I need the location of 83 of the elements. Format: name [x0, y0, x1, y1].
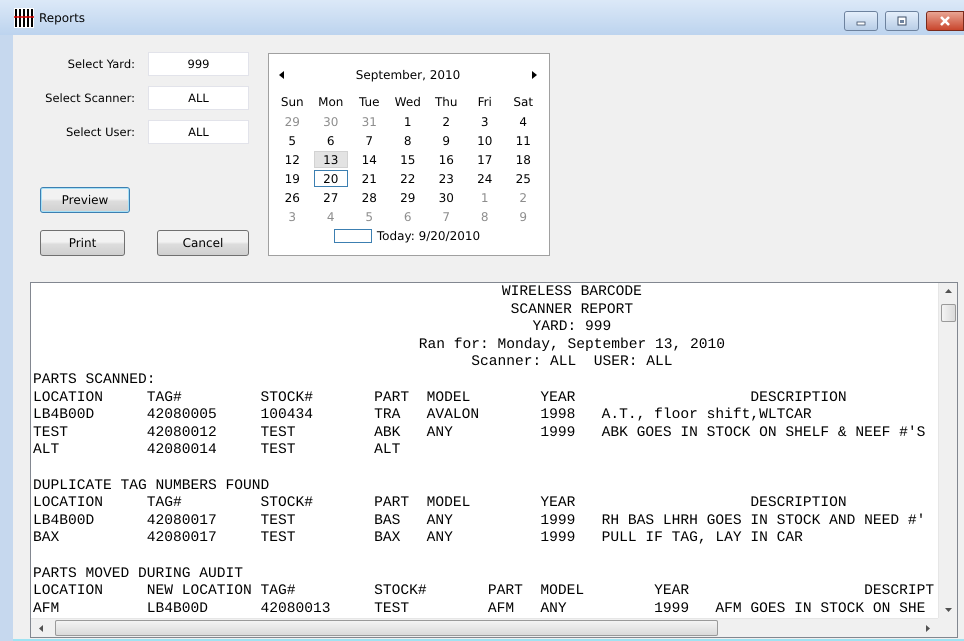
- report-title-line: Ran for: Monday, September 13, 2010: [418, 336, 725, 353]
- weekday-label: Thu: [434, 94, 458, 111]
- report-line: LOCATION NEW LOCATION TAG# STOCK# PART MODEL YEAR DESCRIPT: [33, 583, 936, 601]
- calendar-day[interactable]: 7: [356, 132, 382, 149]
- scroll-up-icon[interactable]: [944, 289, 952, 293]
- calendar-day[interactable]: 24: [472, 170, 498, 187]
- calendar-day[interactable]: 12: [279, 151, 306, 168]
- scroll-thumb[interactable]: [55, 620, 718, 636]
- close-button[interactable]: [926, 11, 964, 31]
- calendar-day[interactable]: 14: [356, 151, 382, 168]
- scroll-down-icon[interactable]: [944, 608, 952, 612]
- report-line: TEST 42080012 TEST ABK ANY 1999 ABK GOES IN STOCK ON SHELF & NEEF #'S: [33, 424, 926, 442]
- calendar-day[interactable]: 3: [472, 113, 498, 130]
- calendar-day[interactable]: 21: [356, 170, 382, 187]
- report-line: LB4B00D 42080017 TEST BAS ANY 1999 RH BAS LHRH GOES IN STOCK AND NEED #': [33, 512, 926, 530]
- scroll-right-icon[interactable]: [926, 624, 930, 632]
- scroll-thumb[interactable]: [941, 304, 956, 322]
- report-line: LOCATION TAG# STOCK# PART MODEL YEAR DESCRIPTION: [33, 390, 848, 408]
- calendar-day[interactable]: 1: [394, 113, 421, 130]
- report-line: PARTS MOVED DURING AUDIT: [33, 566, 244, 584]
- calendar-day[interactable]: 9: [433, 132, 460, 149]
- calendar-day[interactable]: 4: [510, 113, 536, 130]
- weekday-label: Wed: [394, 94, 421, 111]
- report-line: AFM LB4B00D 42080013 TEST AFM ANY 1999 AFM GOES IN STOCK ON SHE: [33, 600, 926, 618]
- calendar-day[interactable]: 18: [510, 151, 536, 168]
- weekday-label: Tue: [359, 94, 380, 111]
- calendar-day[interactable]: 28: [356, 189, 382, 206]
- calendar-day[interactable]: 23: [433, 170, 460, 187]
- maximize-button[interactable]: [885, 11, 919, 31]
- input-field[interactable]: 999: [148, 52, 249, 76]
- previous-month-icon[interactable]: [279, 71, 284, 79]
- calendar-day[interactable]: 15: [394, 151, 421, 168]
- horizontal-scrollbar[interactable]: [31, 618, 938, 637]
- today-label[interactable]: Today: 9/20/2010: [376, 229, 480, 243]
- calendar-day[interactable]: 20: [314, 170, 348, 187]
- close-icon: [938, 16, 952, 26]
- report-line: LB4B00D 42080005 100434 TRA AVALON 1998 A.T., floor shift,WLTCAR: [33, 407, 813, 425]
- calendar-day[interactable]: 6: [318, 132, 344, 149]
- vertical-scrollbar[interactable]: [938, 283, 957, 618]
- calendar-day[interactable]: 13: [314, 151, 348, 168]
- report-line: DUPLICATE TAG NUMBERS FOUND: [33, 478, 270, 496]
- calendar-day[interactable]: 29: [394, 189, 421, 206]
- next-month-icon[interactable]: [532, 71, 537, 79]
- report-line: BAX 42080017 TEST BAX ANY 1999 PULL IF TAG, LAY IN CAR: [33, 530, 804, 548]
- calendar-day[interactable]: 22: [394, 170, 421, 187]
- calendar-day[interactable]: 8: [394, 132, 421, 149]
- report-line: PARTS SCANNED:: [33, 372, 156, 390]
- weekday-label: Sun: [280, 94, 304, 111]
- calendar-day[interactable]: 16: [433, 151, 460, 168]
- report-title-line: WIRELESS BARCODE: [502, 284, 642, 300]
- calendar-day[interactable]: 27: [318, 189, 344, 206]
- weekday-label: Fri: [478, 94, 492, 111]
- report-line: LOCATION TAG# STOCK# PART MODEL YEAR DESCRIPTION: [33, 495, 848, 513]
- dialog-button[interactable]: Preview: [40, 187, 130, 213]
- calendar-day[interactable]: 5: [279, 132, 306, 149]
- calendar-day[interactable]: 19: [279, 170, 306, 187]
- input-field[interactable]: ALL: [148, 86, 249, 110]
- report-title-line: Scanner: ALL USER: ALL: [471, 354, 672, 370]
- today-marker: [334, 229, 372, 243]
- month-title: September, 2010: [356, 68, 460, 82]
- report-title-line: SCANNER REPORT: [510, 302, 634, 318]
- calendar-day[interactable]: 25: [510, 170, 536, 187]
- report-line: ALT 42080014 TEST ALT: [33, 442, 402, 460]
- dialog-button[interactable]: Cancel: [157, 230, 249, 256]
- calendar-day[interactable]: 10: [472, 132, 498, 149]
- calendar-day[interactable]: 30: [433, 189, 460, 206]
- calendar-day[interactable]: 17: [472, 151, 498, 168]
- barcode-icon: [14, 8, 34, 28]
- field-label: Select User:: [66, 124, 135, 141]
- field-label: Select Yard:: [68, 56, 135, 73]
- maximize-icon: [895, 16, 909, 26]
- calendar-day[interactable]: 11: [510, 132, 536, 149]
- calendar-day[interactable]: 26: [279, 189, 306, 206]
- window-title: Reports: [39, 10, 86, 24]
- minimize-button[interactable]: [844, 11, 878, 31]
- weekday-label: Mon: [318, 94, 344, 111]
- calendar-day[interactable]: 2: [433, 113, 460, 130]
- report-title-line: YARD: 999: [532, 319, 612, 336]
- field-label: Select Scanner:: [45, 90, 135, 107]
- weekday-label: Sat: [513, 94, 534, 111]
- input-field[interactable]: ALL: [148, 120, 249, 144]
- scroll-left-icon[interactable]: [39, 624, 43, 632]
- dialog-button[interactable]: Print: [40, 230, 125, 256]
